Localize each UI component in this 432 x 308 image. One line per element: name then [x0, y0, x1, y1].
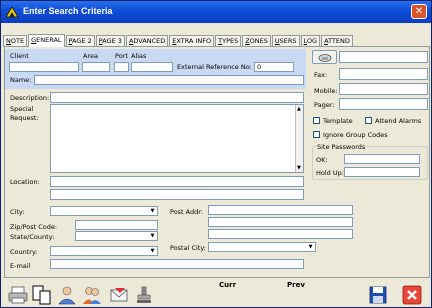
copy-icon — [32, 285, 51, 305]
state-county-dropdown[interactable]: ▼ — [75, 231, 158, 241]
person-button[interactable] — [56, 284, 78, 306]
special-request-field[interactable]: ▲ ▼ — [50, 104, 304, 173]
people-icon — [83, 287, 101, 304]
alias-label: Alias — [131, 52, 147, 60]
chevron-down-icon[interactable]: ▼ — [148, 207, 157, 215]
scroll-down-icon[interactable]: ▼ — [297, 165, 301, 171]
site-passwords-title: Site Passwords — [316, 143, 367, 151]
location-field-1[interactable] — [50, 176, 304, 187]
state-county-label: State/County: — [10, 233, 55, 241]
template-label: Template — [323, 117, 353, 125]
mobile-field[interactable] — [339, 83, 428, 95]
fax-label: Fax: — [314, 71, 328, 79]
tab-general[interactable]: GENERAL — [28, 34, 65, 47]
cancel-button[interactable] — [401, 284, 423, 306]
post-address-field-2[interactable] — [208, 217, 353, 227]
area-label: Area — [83, 52, 98, 60]
printer-icon — [8, 286, 28, 304]
save-icon — [369, 286, 387, 304]
title-bar[interactable]: Enter Search Criteria ✕ — [1, 1, 431, 23]
country-dropdown[interactable]: ▼ — [50, 246, 158, 256]
client-field[interactable] — [9, 62, 79, 72]
external-reference-label: External Reference No: — [177, 63, 252, 71]
post-address-field-3[interactable] — [208, 229, 353, 239]
ignore-group-codes-checkbox[interactable] — [313, 131, 320, 138]
attend-alarms-label: Attend Alarms — [375, 117, 422, 125]
previous-record-label: Prev — [287, 281, 305, 289]
phone-button[interactable] — [312, 50, 337, 64]
scroll-up-icon[interactable]: ▲ — [297, 106, 301, 112]
print-button[interactable] — [7, 284, 29, 306]
pager-field[interactable] — [339, 98, 428, 110]
client-label: Client — [10, 52, 29, 60]
attend-alarms-checkbox[interactable] — [365, 117, 372, 124]
postal-city-label: Postal City: — [170, 244, 206, 252]
post-address-label: Post Addr: — [170, 208, 203, 216]
search-criteria-window: Enter Search Criteria ✕ NOTE GENERAL PAGE … — [0, 0, 432, 308]
window-title: Enter Search Criteria — [23, 6, 113, 16]
email-label: E-mail — [10, 262, 31, 270]
ok-password-field[interactable] — [344, 154, 420, 164]
name-label: Name: — [10, 76, 32, 84]
name-field[interactable] — [34, 75, 304, 85]
stamp-icon — [137, 286, 151, 303]
city-label: City: — [10, 208, 25, 216]
mobile-label: Mobile: — [314, 87, 338, 95]
template-checkbox[interactable] — [313, 117, 320, 124]
current-record-label: Curr — [219, 281, 237, 289]
zip-code-label: Zip/Post Code: — [10, 223, 58, 231]
cancel-icon — [402, 285, 422, 305]
chevron-down-icon[interactable]: ▼ — [148, 232, 157, 240]
city-dropdown[interactable]: ▼ — [50, 206, 158, 216]
pager-label: Pager: — [314, 101, 335, 109]
window-close-button[interactable]: ✕ — [411, 4, 427, 19]
zip-code-field[interactable] — [75, 220, 158, 230]
alias-field[interactable] — [131, 62, 173, 72]
country-label: Country: — [10, 248, 38, 256]
chevron-down-icon[interactable]: ▼ — [148, 247, 157, 255]
description-label: Description: — [10, 94, 50, 102]
hold-up-password-label: Hold Up: — [316, 169, 344, 177]
copy-button[interactable] — [31, 284, 53, 306]
special-request-scrollbar[interactable]: ▲ ▼ — [295, 105, 303, 172]
port-label: Port — [115, 52, 128, 60]
people-button[interactable] — [81, 284, 103, 306]
postal-city-dropdown[interactable]: ▼ — [208, 242, 316, 252]
location-field-2[interactable] — [50, 189, 304, 200]
post-address-field-1[interactable] — [208, 205, 353, 215]
special-request-label: Special Request: — [10, 105, 39, 122]
envelope-icon — [110, 288, 128, 302]
area-field[interactable] — [82, 62, 110, 72]
external-reference-field[interactable]: 0 — [254, 62, 294, 72]
phone-icon — [318, 54, 332, 62]
description-field[interactable] — [50, 92, 304, 103]
hold-up-password-field[interactable] — [344, 167, 420, 177]
save-button[interactable] — [367, 284, 389, 306]
ok-password-label: OK: — [316, 156, 328, 164]
chevron-down-icon[interactable]: ▼ — [306, 243, 315, 251]
ignore-group-codes-label: Ignore Group Codes — [323, 131, 388, 139]
location-label: Location: — [10, 178, 40, 186]
person-icon — [58, 286, 76, 305]
external-reference-value: 0 — [257, 63, 262, 71]
email-button[interactable] — [108, 284, 130, 306]
fax-field[interactable] — [339, 68, 428, 80]
email-field[interactable] — [50, 259, 304, 269]
app-logo-icon — [5, 6, 19, 18]
phone-field[interactable] — [339, 51, 428, 63]
stamp-button[interactable] — [133, 284, 155, 306]
port-field[interactable] — [114, 62, 129, 72]
